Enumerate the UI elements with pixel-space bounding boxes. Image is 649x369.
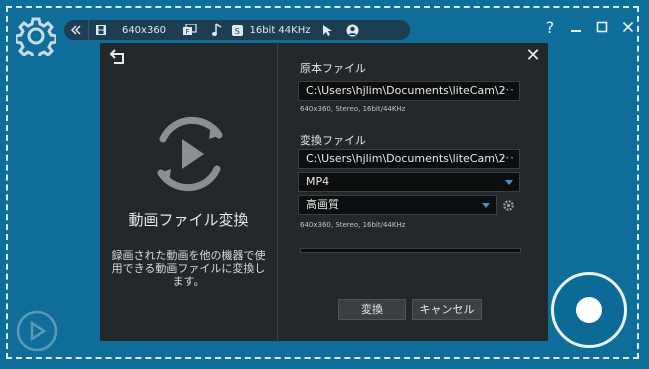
convert-button[interactable]: 変換	[338, 299, 406, 320]
chevron-down-icon	[505, 180, 513, 185]
browse-source-button[interactable]: ···	[501, 82, 515, 99]
cursor-icon[interactable]	[315, 20, 339, 40]
target-file-label: 変換ファイル	[300, 134, 366, 147]
collapse-icon[interactable]	[64, 20, 88, 40]
resolution-label[interactable]: 640x360	[113, 20, 175, 40]
record-button[interactable]	[551, 272, 627, 348]
quality-value: 高画質	[306, 198, 339, 211]
format-select[interactable]: MP4	[298, 172, 520, 192]
conversion-progress-bar	[300, 248, 521, 253]
source-path-value: C:\Users\hjlim\Documents\liteCam\2	[306, 84, 506, 97]
quality-select[interactable]: 高画質	[298, 195, 497, 215]
close-window-button[interactable]	[619, 18, 637, 36]
close-dialog-button[interactable]: ✕	[524, 47, 542, 65]
browse-target-button[interactable]: ···	[501, 150, 515, 167]
svg-text:F: F	[186, 28, 190, 36]
convert-video-icon	[157, 116, 223, 192]
back-arrow-icon[interactable]	[108, 49, 128, 65]
film-icon[interactable]	[89, 20, 113, 40]
dialog-left-pane: 動画ファイル変換 録画された動画を他の機器で使用できる動画ファイルに変換します。	[100, 43, 278, 341]
record-dot-icon	[576, 297, 602, 323]
minimize-button[interactable]	[567, 18, 585, 36]
svg-text:S: S	[234, 27, 239, 36]
music-note-icon[interactable]	[205, 20, 229, 40]
source-path-field[interactable]: C:\Users\hjlim\Documents\liteCam\2 ···	[298, 81, 520, 101]
source-file-label: 原本ファイル	[300, 62, 366, 75]
webcam-icon[interactable]	[339, 20, 365, 40]
source-info: 640x360, Stereo, 16bit/44KHz	[300, 105, 406, 113]
dialog-description: 録画された動画を他の機器で使用できる動画ファイルに変換します。	[111, 249, 266, 288]
maximize-button[interactable]	[593, 18, 611, 36]
dialog-title: 動画ファイル変換	[128, 211, 249, 229]
chevron-down-icon	[482, 203, 490, 208]
target-info: 640x360, Stereo, 16bit/44KHz	[300, 221, 406, 229]
help-button[interactable]: ?	[541, 18, 559, 37]
quality-settings-gear-icon[interactable]	[502, 199, 515, 212]
audio-format-label[interactable]: 16bit 44KHz	[245, 20, 315, 40]
capture-toolbar: 640x360 F S 16bit 44KHz	[64, 20, 410, 40]
window-controls: ?	[541, 18, 637, 37]
play-circle-icon[interactable]	[16, 310, 58, 352]
target-path-value: C:\Users\hjlim\Documents\liteCam\2	[306, 152, 506, 165]
format-value: MP4	[306, 175, 330, 188]
target-path-field[interactable]: C:\Users\hjlim\Documents\liteCam\2 ···	[298, 149, 520, 169]
speaker-icon[interactable]: S	[229, 20, 245, 40]
cancel-button[interactable]: キャンセル	[412, 299, 482, 320]
settings-gear-icon[interactable]	[16, 16, 56, 56]
convert-dialog: 動画ファイル変換 録画された動画を他の機器で使用できる動画ファイルに変換します。…	[100, 43, 548, 341]
monitor-f-icon[interactable]: F	[175, 20, 205, 40]
